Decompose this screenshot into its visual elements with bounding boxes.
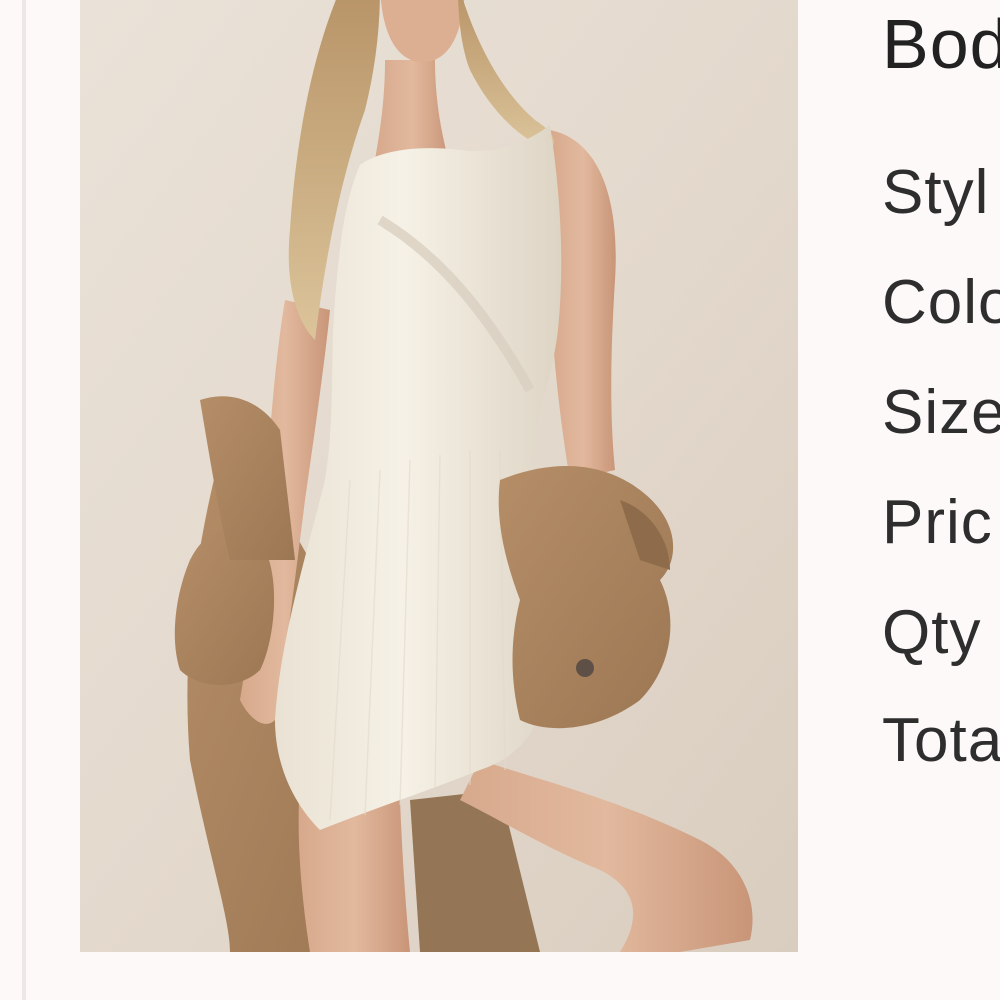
style-label: Styl (882, 158, 990, 227)
product-title: Bod (882, 5, 1000, 83)
quantity-label: Qty (882, 598, 982, 667)
product-photo (80, 0, 798, 952)
product-image[interactable] (80, 0, 798, 952)
total-label: Tota (882, 706, 1000, 775)
price-label: Pric (882, 488, 993, 557)
product-page: Bod Styl Colo Size Pric Qty Tota (0, 0, 1000, 1000)
color-label: Colo (882, 268, 1000, 337)
product-details-panel: Bod Styl Colo Size Pric Qty Tota (880, 0, 1000, 1000)
size-label: Size (882, 378, 1000, 447)
left-divider (22, 0, 26, 1000)
